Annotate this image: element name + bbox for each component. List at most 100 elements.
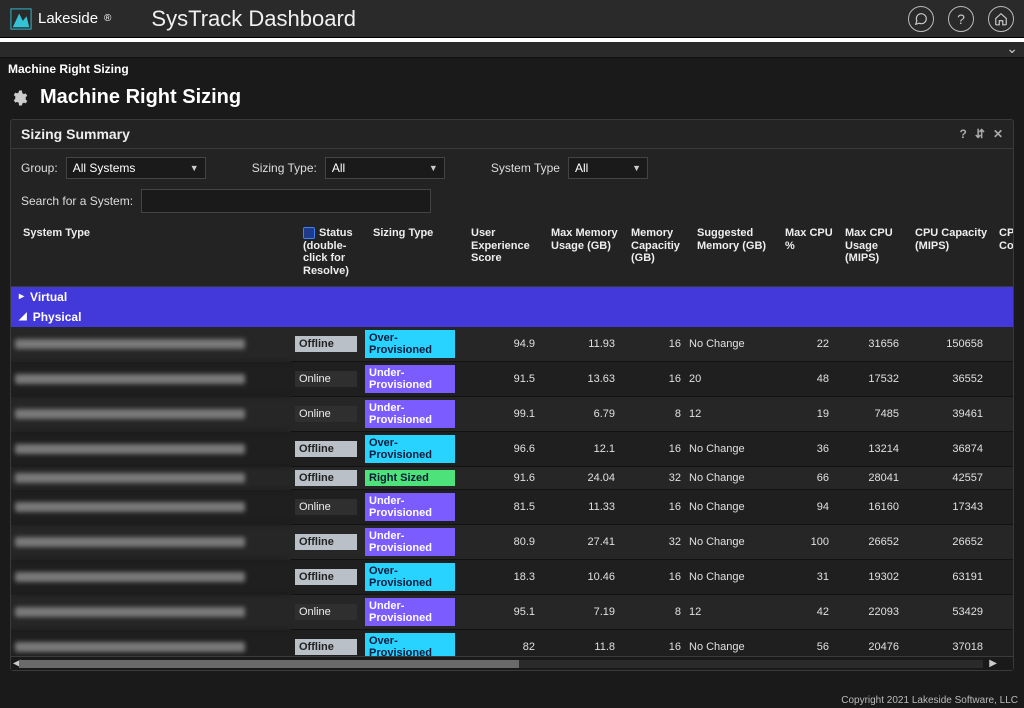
system-name-cell xyxy=(11,432,291,467)
dashboard-selector-strip[interactable] xyxy=(0,42,1024,58)
table-row[interactable]: OfflineOver-Provisioned96.612.116No Chan… xyxy=(11,432,1013,467)
cpu-cell: 42 xyxy=(773,595,833,630)
group-dropdown[interactable]: All Systems xyxy=(66,157,206,179)
table-row[interactable]: OnlineUnder-Provisioned91.513.6316204817… xyxy=(11,362,1013,397)
sizing-cell: Over-Provisioned xyxy=(361,327,459,362)
cpu-cell: 31 xyxy=(773,560,833,595)
status-cell[interactable]: Offline xyxy=(291,630,361,656)
brand-logo: Lakeside® xyxy=(10,8,111,30)
group-virtual[interactable]: ▸ Virtual xyxy=(11,287,1013,307)
maxmem-cell: 12.1 xyxy=(539,432,619,467)
cap-cell: 39461 xyxy=(903,397,987,432)
status-cell[interactable]: Online xyxy=(291,595,361,630)
memcap-cell: 16 xyxy=(619,630,685,656)
group-label: Group: xyxy=(21,161,58,175)
table-row[interactable]: OfflineRight Sized91.624.0432No Change66… xyxy=(11,467,1013,490)
mips-cell: 31656 xyxy=(833,327,903,362)
status-cell[interactable]: Offline xyxy=(291,525,361,560)
sizing-cell: Over-Provisioned xyxy=(361,630,459,656)
cap-cell: 36552 xyxy=(903,362,987,397)
help-icon[interactable]: ? xyxy=(948,6,974,32)
col-sugg-mem[interactable]: Suggested Memory (GB) xyxy=(693,225,781,280)
ux-cell: 82 xyxy=(459,630,539,656)
status-cell[interactable]: Offline xyxy=(291,327,361,362)
sizing-type-dropdown[interactable]: All xyxy=(325,157,445,179)
cores-cell: 8 xyxy=(987,560,1013,595)
page-title: Machine Right Sizing xyxy=(40,86,241,109)
maxmem-cell: 11.33 xyxy=(539,490,619,525)
cores-cell: 8 xyxy=(987,490,1013,525)
group-physical[interactable]: ◢ Physical xyxy=(11,307,1013,327)
table-row[interactable]: OfflineOver-Provisioned18.310.4616No Cha… xyxy=(11,560,1013,595)
brand-name: Lakeside xyxy=(38,10,98,27)
cpu-cell: 66 xyxy=(773,467,833,490)
maxmem-cell: 7.19 xyxy=(539,595,619,630)
maxmem-cell: 11.93 xyxy=(539,327,619,362)
memcap-cell: 8 xyxy=(619,397,685,432)
horizontal-scrollbar[interactable]: ◀ ▶ xyxy=(11,656,1013,670)
system-name-cell xyxy=(11,327,291,362)
system-name-cell xyxy=(11,362,291,397)
col-status[interactable]: Status (double-click for Resolve) xyxy=(299,225,369,280)
col-max-cpu-mips[interactable]: Max CPU Usage (MIPS) xyxy=(841,225,911,280)
system-type-label: System Type xyxy=(491,161,560,175)
scroll-right-icon[interactable]: ▶ xyxy=(989,658,997,669)
ux-cell: 99.1 xyxy=(459,397,539,432)
status-cell[interactable]: Online xyxy=(291,490,361,525)
feedback-icon[interactable] xyxy=(908,6,934,32)
ux-cell: 96.6 xyxy=(459,432,539,467)
search-input[interactable] xyxy=(141,189,431,213)
sugg-cell: No Change xyxy=(685,467,773,490)
cap-cell: 37018 xyxy=(903,630,987,656)
cap-cell: 63191 xyxy=(903,560,987,595)
col-sizing-type[interactable]: Sizing Type xyxy=(369,225,467,280)
mips-cell: 19302 xyxy=(833,560,903,595)
chevron-down-icon: ◢ xyxy=(19,311,27,322)
table-row[interactable]: OfflineUnder-Provisioned80.927.4132No Ch… xyxy=(11,525,1013,560)
system-type-dropdown[interactable]: All xyxy=(568,157,648,179)
table-row[interactable]: OfflineOver-Provisioned94.911.9316No Cha… xyxy=(11,327,1013,362)
copyright-footer: Copyright 2021 Lakeside Software, LLC xyxy=(841,695,1018,706)
data-grid: System Type Status (double-click for Res… xyxy=(11,221,1013,670)
status-cell[interactable]: Offline xyxy=(291,467,361,490)
col-max-cpu[interactable]: Max CPU % xyxy=(781,225,841,280)
panel-close-icon[interactable]: ✕ xyxy=(993,127,1003,141)
status-checkbox-icon[interactable] xyxy=(303,227,315,239)
col-mem-cap[interactable]: Memory Capacitiy (GB) xyxy=(627,225,693,280)
sizing-cell: Under-Provisioned xyxy=(361,595,459,630)
system-name-cell xyxy=(11,397,291,432)
table-row[interactable]: OfflineOver-Provisioned8211.816No Change… xyxy=(11,630,1013,656)
table-row[interactable]: OnlineUnder-Provisioned99.16.79812197485… xyxy=(11,397,1013,432)
status-cell[interactable]: Offline xyxy=(291,432,361,467)
table-row[interactable]: OnlineUnder-Provisioned95.17.19812422209… xyxy=(11,595,1013,630)
col-system-type[interactable]: System Type xyxy=(19,225,299,280)
col-max-mem[interactable]: Max Memory Usage (GB) xyxy=(547,225,627,280)
col-cpu-cores[interactable]: CPU Cores xyxy=(995,225,1013,280)
home-icon[interactable] xyxy=(988,6,1014,32)
cap-cell: 150658 xyxy=(903,327,987,362)
table-row[interactable]: OnlineUnder-Provisioned81.511.3316No Cha… xyxy=(11,490,1013,525)
status-cell[interactable]: Online xyxy=(291,362,361,397)
ux-cell: 80.9 xyxy=(459,525,539,560)
cap-cell: 42557 xyxy=(903,467,987,490)
ux-cell: 91.5 xyxy=(459,362,539,397)
sugg-cell: No Change xyxy=(685,490,773,525)
sizing-cell: Under-Provisioned xyxy=(361,525,459,560)
cores-cell: 4 xyxy=(987,525,1013,560)
mips-cell: 26652 xyxy=(833,525,903,560)
memcap-cell: 16 xyxy=(619,432,685,467)
mips-cell: 13214 xyxy=(833,432,903,467)
status-cell[interactable]: Online xyxy=(291,397,361,432)
cores-cell: 12 xyxy=(987,327,1013,362)
search-label: Search for a System: xyxy=(21,194,133,208)
memcap-cell: 8 xyxy=(619,595,685,630)
col-cpu-cap[interactable]: CPU Capacity (MIPS) xyxy=(911,225,995,280)
col-ux-score[interactable]: User Experience Score xyxy=(467,225,547,280)
cores-cell: 8 xyxy=(987,595,1013,630)
panel-restore-icon[interactable]: ⇵ xyxy=(975,127,985,141)
sizing-cell: Under-Provisioned xyxy=(361,362,459,397)
status-cell[interactable]: Offline xyxy=(291,560,361,595)
panel-help-icon[interactable]: ? xyxy=(960,127,967,141)
gear-icon[interactable] xyxy=(10,89,28,107)
app-title: SysTrack Dashboard xyxy=(151,6,356,32)
